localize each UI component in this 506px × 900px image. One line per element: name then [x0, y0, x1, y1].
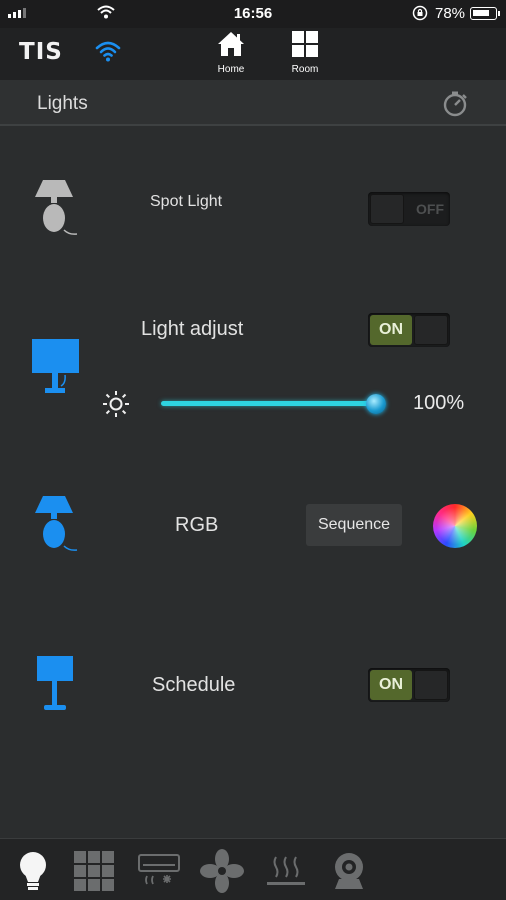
table-lamp-icon	[31, 496, 81, 559]
room-nav-label: Room	[291, 64, 319, 75]
fan-icon[interactable]	[200, 849, 244, 893]
toggle-knob	[414, 670, 448, 700]
home-nav-label: Home	[217, 64, 245, 75]
heating-icon[interactable]	[264, 849, 308, 893]
page-header: Lights	[0, 80, 506, 126]
status-bar: 16:56 78%	[0, 0, 506, 28]
monitor-lamp-icon	[31, 338, 81, 401]
light-adjust-label: Light adjust	[141, 318, 244, 340]
battery-percentage: 78%	[435, 5, 466, 22]
wifi-connection-icon[interactable]	[95, 39, 121, 68]
toggle-off-text: OFF	[416, 201, 444, 217]
table-lamp-icon	[31, 180, 81, 243]
light-adjust-toggle[interactable]: ON	[368, 313, 450, 347]
brightness-icon	[102, 390, 130, 423]
room-nav-button[interactable]: Room	[275, 30, 335, 75]
app-logo: TIS	[19, 39, 63, 65]
top-navigation: TIS Home Room	[0, 28, 506, 80]
schedule-label: Schedule	[152, 674, 236, 696]
spot-light-toggle[interactable]: OFF	[368, 192, 450, 226]
stopwatch-icon[interactable]	[441, 90, 469, 123]
schedule-toggle[interactable]: ON	[368, 668, 450, 702]
bottom-tab-bar	[0, 838, 506, 900]
room-grid-icon	[290, 31, 320, 62]
grid-icon[interactable]	[73, 849, 117, 893]
toggle-on-text: ON	[370, 670, 412, 700]
home-nav-button[interactable]: Home	[201, 30, 261, 75]
toggle-knob	[414, 315, 448, 345]
color-wheel-icon[interactable]	[433, 504, 477, 548]
air-conditioner-icon[interactable]	[137, 849, 181, 893]
lightbulb-icon[interactable]	[11, 849, 55, 893]
battery-icon	[470, 7, 500, 20]
spot-light-label: Spot Light	[150, 193, 223, 210]
camera-icon[interactable]	[327, 849, 371, 893]
floor-lamp-icon	[36, 655, 76, 718]
sequence-button[interactable]: Sequence	[306, 504, 402, 546]
home-icon	[216, 32, 246, 62]
brightness-slider-track[interactable]	[161, 401, 377, 406]
rgb-label: RGB	[175, 514, 219, 536]
status-time: 16:56	[233, 5, 273, 22]
toggle-on-text: ON	[370, 315, 412, 345]
orientation-lock-icon	[412, 5, 428, 25]
toggle-knob	[370, 194, 404, 224]
page-title: Lights	[37, 93, 88, 114]
brightness-value: 100%	[413, 392, 465, 414]
brightness-slider-knob[interactable]	[366, 394, 386, 414]
